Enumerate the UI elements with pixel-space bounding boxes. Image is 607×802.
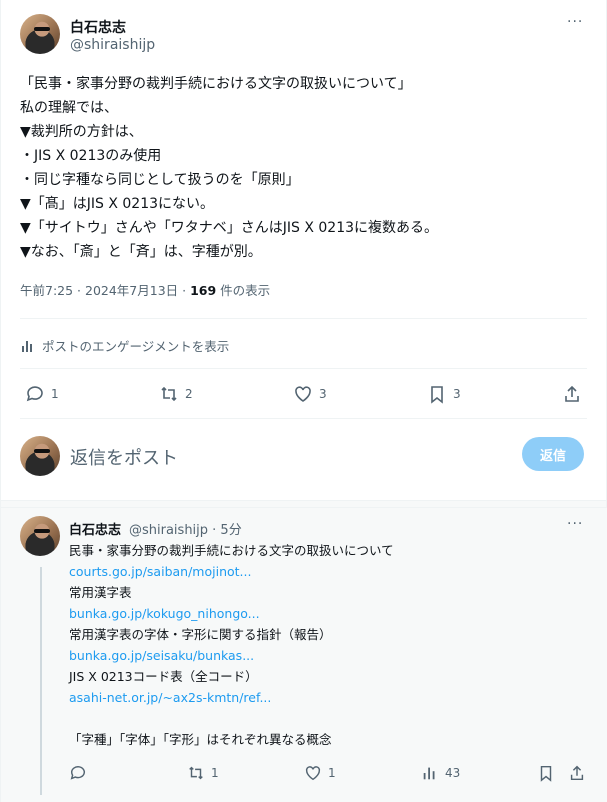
reply-handle-time[interactable]: @shiraishijp · 5分 — [129, 519, 242, 538]
tweet-line: ・JIS X 0213のみ使用 — [20, 148, 162, 164]
reply-line: 常用漢字表 — [69, 585, 132, 600]
reply-link[interactable]: courts.go.jp/saiban/mojinot... — [69, 561, 394, 582]
reply-line: JIS X 0213コード表（全コード） — [69, 669, 258, 684]
tweet-line: 「民事・家事分野の裁判手続における文字の取扱いについて」 — [20, 76, 412, 92]
author-name[interactable]: 白石忠志 — [70, 17, 126, 37]
share-icon — [570, 765, 584, 781]
reply-button[interactable]: 1 — [25, 384, 59, 404]
tweet-text: 「民事・家事分野の裁判手続における文字の取扱いについて」 私の理解では、 ▼裁判… — [20, 72, 438, 264]
tweet-line: 私の理解では、 — [20, 100, 118, 116]
reply-views-button[interactable]: 43 — [421, 764, 460, 782]
tweet-meta: 午前7:25 · 2024年7月13日 · 169 件の表示 — [20, 280, 270, 299]
analytics-icon — [423, 767, 435, 780]
reply-link[interactable]: asahi-net.or.jp/~ax2s-kmtn/ref... — [69, 687, 394, 708]
current-user-avatar[interactable] — [20, 436, 60, 476]
author-handle[interactable]: @shiraishijp — [70, 37, 155, 53]
reply-text: 民事・家事分野の裁判手続における文字の取扱いについて courts.go.jp/… — [69, 540, 394, 750]
view-count: 169 — [190, 283, 217, 298]
repost-icon — [161, 386, 177, 402]
reply-count: 1 — [51, 387, 59, 401]
tweet-timestamp[interactable]: 午前7:25 · 2024年7月13日 · — [20, 283, 190, 298]
repost-count: 2 — [185, 387, 193, 401]
tweet-line: ・同じ字種なら同じとして扱うのを「原則」 — [20, 172, 300, 188]
analytics-icon — [22, 340, 32, 352]
more-options-icon[interactable]: ··· — [567, 14, 583, 30]
tweet-line: ▼「サイトウ」さんや「ワタナベ」さんはJIS X 0213に複数ある。 — [20, 220, 439, 236]
tweet-line: ▼裁判所の方針は、 — [20, 124, 143, 140]
share-button[interactable] — [562, 384, 582, 404]
view-count-label: 件の表示 — [216, 283, 271, 298]
reply-author-avatar[interactable] — [20, 516, 60, 556]
share-icon — [565, 385, 579, 402]
repost-icon — [189, 766, 203, 780]
reply-repost-count: 1 — [211, 766, 219, 780]
divider — [20, 418, 587, 419]
reply-line-blank — [69, 708, 394, 729]
tweet-line: ▼なお、「斎」と「斉」は、字種が別。 — [20, 244, 262, 260]
reply-submit-button[interactable]: 返信 — [522, 437, 584, 471]
repost-button[interactable]: 2 — [159, 384, 193, 404]
bookmark-button[interactable]: 3 — [427, 384, 461, 404]
reply-more-options-icon[interactable]: ··· — [567, 516, 583, 532]
divider — [20, 368, 587, 369]
heart-icon — [305, 766, 321, 781]
like-count: 3 — [319, 387, 327, 401]
reply-input[interactable]: 返信をポスト — [70, 444, 178, 470]
tweet-line: ▼「髙」はJIS X 0213にない。 — [20, 196, 215, 212]
reply-like-button[interactable]: 1 — [304, 764, 336, 782]
author-avatar[interactable] — [20, 14, 60, 54]
section-divider — [1, 500, 606, 508]
bookmark-icon — [431, 386, 443, 404]
reply-reply-button[interactable] — [69, 764, 87, 782]
bookmark-count: 3 — [453, 387, 461, 401]
thread-line — [40, 567, 42, 795]
reply-like-count: 1 — [328, 766, 336, 780]
heart-icon — [295, 386, 311, 402]
view-engagements-label: ポストのエンゲージメントを表示 — [42, 339, 230, 354]
reply-line: 常用漢字表の字体・字形に関する指針（報告） — [69, 627, 332, 642]
reply-link[interactable]: bunka.go.jp/seisaku/bunkas... — [69, 645, 394, 666]
reply-share-button[interactable] — [568, 764, 586, 782]
reply-link[interactable]: bunka.go.jp/kokugo_nihongo... — [69, 603, 394, 624]
tweet-detail: 白石忠志 @shiraishijp ··· 「民事・家事分野の裁判手続における文… — [0, 0, 607, 802]
like-button[interactable]: 3 — [293, 384, 327, 404]
divider — [20, 318, 587, 319]
bookmark-icon — [540, 765, 552, 782]
reply-line: 民事・家事分野の裁判手続における文字の取扱いについて — [69, 543, 394, 558]
reply-view-count: 43 — [445, 766, 461, 780]
reply-repost-button[interactable]: 1 — [187, 764, 219, 782]
reply-author-name[interactable]: 白石忠志 — [69, 519, 121, 538]
reply-icon — [70, 766, 85, 780]
reply-icon — [26, 386, 43, 402]
view-engagements-link[interactable]: ポストのエンゲージメントを表示 — [20, 336, 229, 355]
reply-line: 「字種」「字体」「字形」はそれぞれ異なる概念 — [69, 732, 332, 747]
reply-bookmark-button[interactable] — [537, 764, 555, 782]
